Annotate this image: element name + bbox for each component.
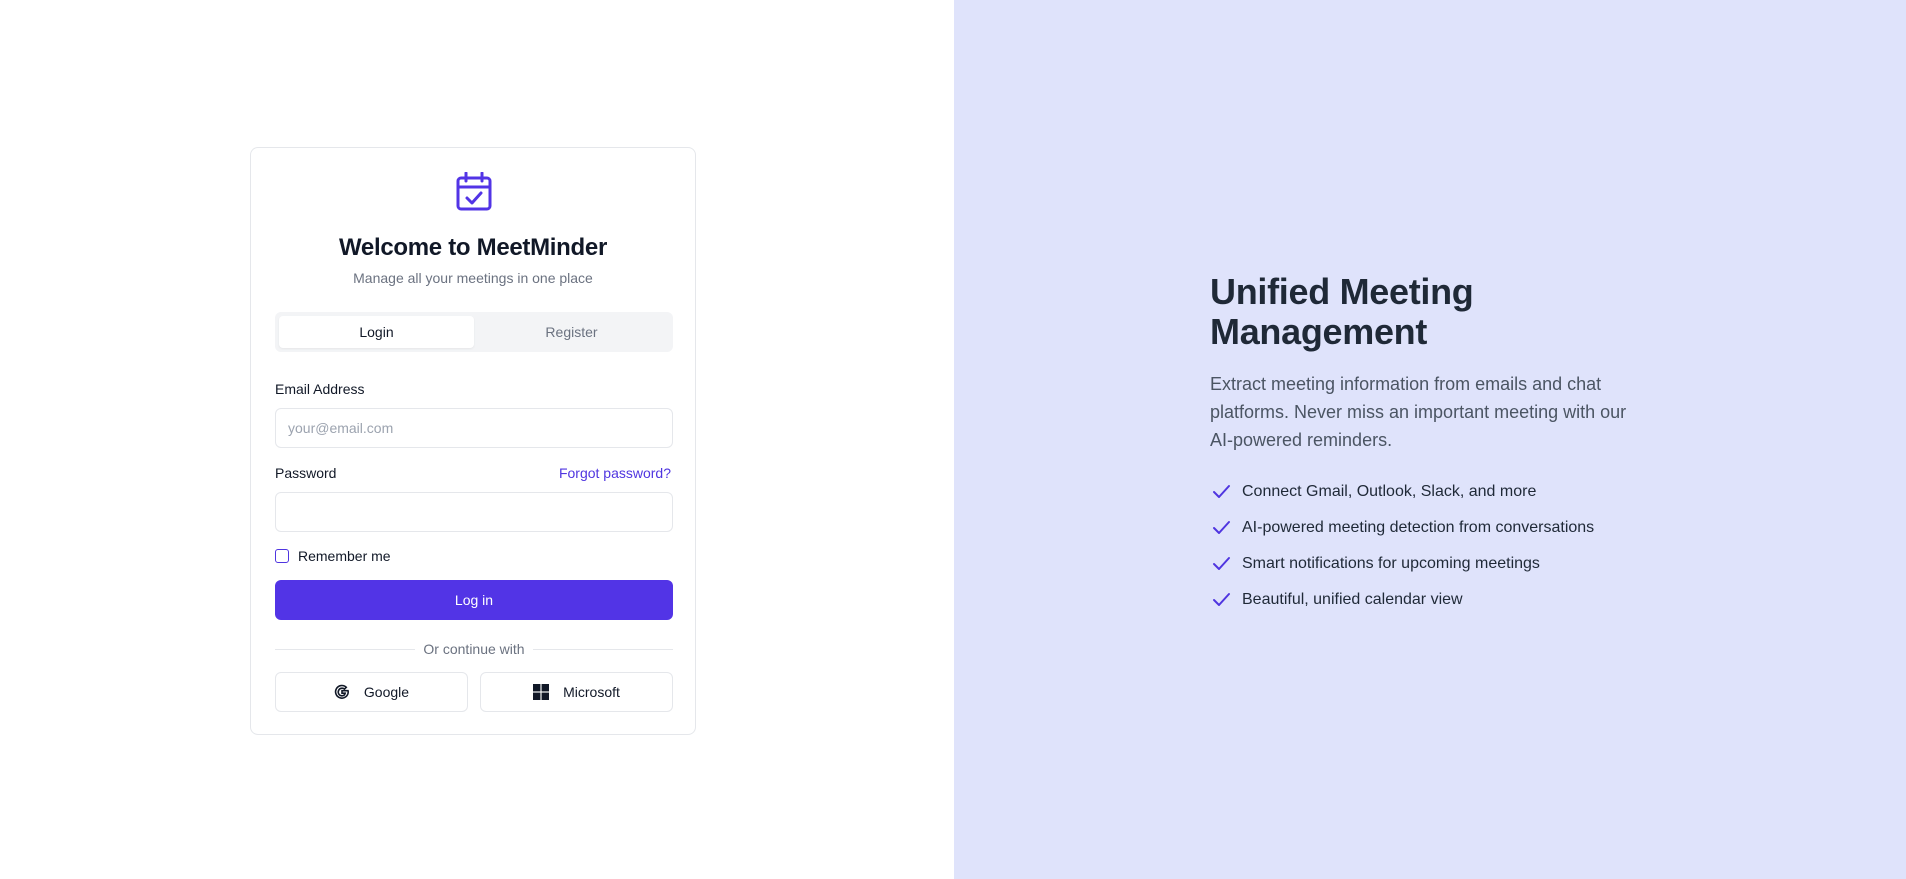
password-label: Password bbox=[275, 465, 337, 481]
microsoft-button-label: Microsoft bbox=[563, 684, 620, 700]
page-title: Welcome to MeetMinder bbox=[339, 234, 607, 261]
checkmark-icon bbox=[1213, 485, 1230, 498]
calendar-check-icon bbox=[456, 172, 492, 211]
checkmark-icon bbox=[1213, 521, 1230, 534]
checkmark-icon bbox=[1213, 593, 1230, 606]
page-subtitle: Manage all your meetings in one place bbox=[353, 270, 593, 286]
feature-item: AI-powered meeting detection from conver… bbox=[1210, 510, 1670, 546]
checkmark-icon bbox=[1213, 557, 1230, 570]
password-field[interactable] bbox=[275, 492, 673, 532]
feature-label: AI-powered meeting detection from conver… bbox=[1242, 519, 1595, 536]
oauth-divider: Or continue with bbox=[275, 639, 674, 659]
google-button[interactable]: Google bbox=[275, 672, 468, 712]
google-button-label: Google bbox=[363, 684, 410, 700]
hero-description: Extract meeting information from emails … bbox=[1210, 374, 1627, 450]
feature-label: Beautiful, unified calendar view bbox=[1242, 591, 1463, 608]
feature-label: Connect Gmail, Outlook, Slack, and more bbox=[1242, 483, 1537, 500]
email-label: Email Address bbox=[275, 381, 365, 397]
email-field[interactable] bbox=[275, 408, 673, 448]
google-icon bbox=[334, 684, 349, 699]
feature-label: Smart notifications for upcoming meeting… bbox=[1242, 555, 1540, 572]
hero-title: Unified Meeting Management bbox=[1210, 271, 1474, 352]
feature-list: Connect Gmail, Outlook, Slack, and more … bbox=[1210, 474, 1670, 618]
forgot-password-link[interactable]: Forgot password? bbox=[559, 465, 671, 481]
login-card: Welcome to MeetMinder Manage all your me… bbox=[250, 147, 696, 735]
tab-register[interactable]: Register bbox=[474, 316, 669, 348]
microsoft-button[interactable]: Microsoft bbox=[480, 672, 673, 712]
feature-item: Connect Gmail, Outlook, Slack, and more bbox=[1210, 474, 1670, 510]
login-button[interactable]: Log in bbox=[275, 580, 673, 620]
remember-me-label: Remember me bbox=[298, 548, 391, 564]
microsoft-icon bbox=[533, 684, 550, 700]
remember-me[interactable]: Remember me bbox=[275, 548, 391, 564]
auth-tabs: Login Register bbox=[275, 312, 673, 352]
login-pane: Welcome to MeetMinder Manage all your me… bbox=[0, 0, 954, 879]
feature-item: Smart notifications for upcoming meeting… bbox=[1210, 546, 1670, 582]
divider-line-left bbox=[275, 648, 416, 650]
remember-me-checkbox[interactable] bbox=[275, 549, 289, 563]
tab-login[interactable]: Login bbox=[279, 316, 474, 348]
divider-line-right bbox=[532, 648, 674, 650]
divider-text: Or continue with bbox=[423, 641, 525, 657]
feature-item: Beautiful, unified calendar view bbox=[1210, 582, 1670, 618]
hero-section: Unified Meeting Management Extract meeti… bbox=[1210, 272, 1670, 634]
